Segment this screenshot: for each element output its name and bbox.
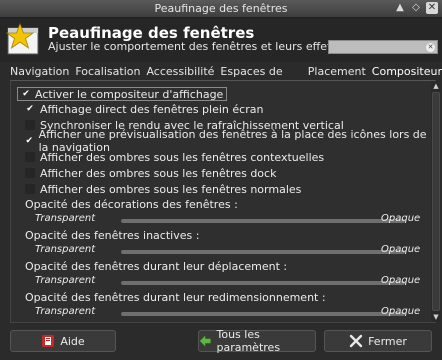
compositor-panel: ✔ Activer le compositeur d'affichage ✔ A… [10, 80, 436, 323]
search-input[interactable]: ✕ [328, 40, 438, 54]
slider-track[interactable] [121, 219, 405, 223]
tab-compositeur[interactable]: Compositeur [372, 64, 442, 80]
slider-fill [121, 219, 405, 223]
checkbox-unchecked [25, 184, 35, 194]
window-title: Peaufinage des fenêtres [154, 2, 288, 15]
slider-max-label: Opaque [381, 213, 421, 224]
close-icon [349, 334, 363, 348]
checkbox-unchecked [25, 120, 35, 130]
all-settings-button-label: Tous les paramètres [216, 328, 281, 354]
slider-fill [121, 250, 405, 254]
scrollbar-thumb[interactable] [432, 92, 440, 311]
close-button[interactable]: Fermer [324, 330, 432, 352]
slider-label: Opacité des fenêtres durant leur redimen… [25, 291, 326, 304]
close-window-icon[interactable]: ✕ [426, 2, 438, 14]
slider-max-label: Opaque [381, 306, 421, 317]
page-subtitle: Ajuster le comportement des fenêtres et … [48, 40, 338, 53]
maximize-icon[interactable]: ◇ [410, 2, 422, 14]
slider-track[interactable] [121, 250, 405, 254]
tab-espaces-de-travail[interactable]: Espaces de travail [220, 64, 301, 91]
slider-track[interactable] [121, 281, 405, 285]
checkbox-unchecked [25, 152, 35, 162]
checkmark-icon: ✔ [26, 104, 34, 114]
inactive-opacity-slider[interactable]: Transparent Opaque [35, 244, 437, 258]
option-shadow-popup[interactable]: Afficher des ombres sous les fenêtres co… [25, 150, 324, 164]
slider-min-label: Transparent [35, 306, 96, 317]
slider-min-label: Transparent [35, 244, 96, 255]
frame-opacity-slider[interactable]: Transparent Opaque [35, 213, 437, 227]
scroll-down-icon[interactable]: ▼ [431, 312, 441, 322]
enable-compositor-label: Activer le compositeur d'affichage [35, 87, 224, 101]
resize-opacity-slider[interactable]: Transparent Opaque [35, 306, 437, 320]
move-opacity-slider[interactable]: Transparent Opaque [35, 275, 437, 289]
option-shadow-dock[interactable]: Afficher des ombres sous les fenêtres do… [25, 166, 276, 180]
enable-compositor-frame: ✔ Activer le compositeur d'affichage [17, 87, 228, 101]
checkmark-icon: ✔ [22, 89, 30, 99]
slider-label: Opacité des fenêtres inactives : [25, 229, 200, 242]
help-button[interactable]: Aide [10, 330, 116, 352]
window-titlebar: Peaufinage des fenêtres ▲ ◇ ✕ [0, 0, 442, 18]
option-unredirect-fullscreen[interactable]: ✔ Affichage direct des fenêtres plein éc… [25, 102, 263, 116]
arrow-left-icon [199, 335, 211, 347]
option-cycle-preview[interactable]: ✔ Afficher une prévisualisation des fenê… [25, 128, 435, 154]
slider-min-label: Transparent [35, 275, 96, 286]
shade-icon[interactable]: ▲ [394, 2, 406, 14]
enable-compositor-checkbox[interactable]: ✔ Activer le compositeur d'affichage [17, 87, 228, 101]
slider-max-label: Opaque [381, 275, 421, 286]
option-label: Afficher des ombres sous les fenêtres do… [40, 166, 277, 180]
clear-search-icon[interactable]: ✕ [426, 43, 435, 52]
dialog-button-bar: Aide Tous les paramètres Fermer [0, 324, 442, 360]
slider-track[interactable] [121, 312, 405, 316]
close-button-label: Fermer [368, 334, 407, 348]
option-shadow-frame[interactable]: Afficher des ombres sous les fenêtres no… [25, 182, 301, 196]
dialog-header: Peaufinage des fenêtres Ajuster le compo… [0, 18, 442, 62]
all-settings-button[interactable]: Tous les paramètres [198, 328, 316, 354]
tab-focalisation[interactable]: Focalisation [75, 64, 140, 80]
slider-label: Opacité des décorations des fenêtres : [25, 198, 238, 211]
scroll-up-icon[interactable]: ▲ [431, 81, 441, 91]
slider-label: Opacité des fenêtres durant leur déplace… [25, 260, 288, 273]
option-label: Afficher des ombres sous les fenêtres no… [40, 182, 302, 196]
checkbox-unchecked [25, 168, 35, 178]
option-label: Afficher des ombres sous les fenêtres co… [40, 150, 325, 164]
window-tweaks-app-icon [6, 22, 39, 55]
checkmark-icon: ✔ [25, 136, 34, 146]
help-button-label: Aide [60, 334, 85, 348]
slider-fill [121, 281, 405, 285]
window-controls: ▲ ◇ ✕ [394, 2, 438, 14]
slider-min-label: Transparent [35, 213, 96, 224]
help-icon [42, 335, 55, 347]
slider-max-label: Opaque [381, 244, 421, 255]
option-label: Affichage direct des fenêtres plein écra… [40, 102, 264, 116]
tab-bar: Navigation Focalisation Accessibilité Es… [10, 64, 442, 91]
tab-navigation[interactable]: Navigation [10, 64, 69, 80]
tab-placement[interactable]: Placement [308, 64, 366, 80]
panel-scrollbar[interactable]: ▲ ▼ [431, 81, 441, 322]
slider-fill [121, 312, 405, 316]
tab-accessibilite[interactable]: Accessibilité [146, 64, 214, 80]
